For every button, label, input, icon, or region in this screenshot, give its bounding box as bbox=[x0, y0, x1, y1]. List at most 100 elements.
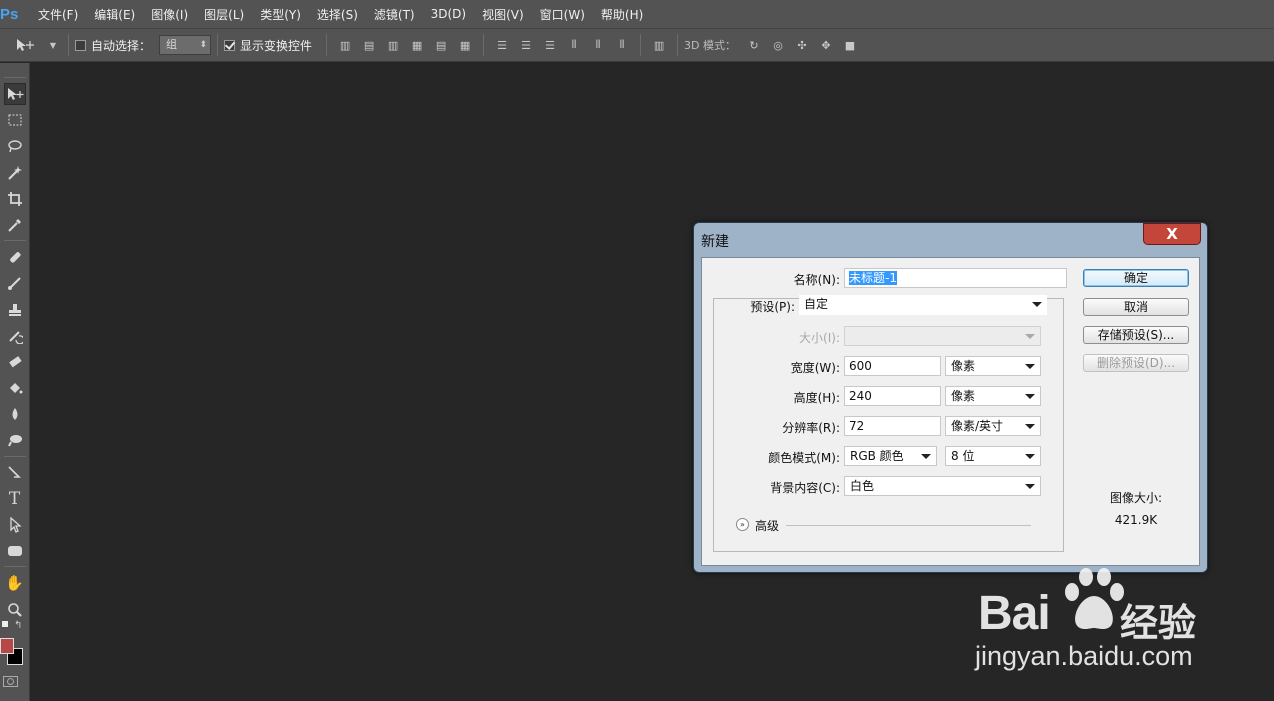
options-divider bbox=[217, 34, 219, 56]
3d-roll-icon[interactable]: ◎ bbox=[771, 38, 785, 52]
align-hcenter-icon[interactable]: ▤ bbox=[434, 38, 448, 52]
color-mode-value: RGB 颜色 bbox=[850, 449, 904, 463]
3d-rotate-icon[interactable]: ↻ bbox=[747, 38, 761, 52]
resolution-unit-select[interactable]: 像素/英寸 bbox=[945, 416, 1041, 436]
eraser-tool-icon[interactable] bbox=[4, 351, 26, 373]
options-divider bbox=[640, 34, 642, 56]
menu-type[interactable]: 类型(Y) bbox=[252, 6, 309, 23]
color-mode-label: 颜色模式(M): bbox=[768, 451, 840, 465]
chevron-down-icon bbox=[1025, 424, 1035, 429]
move-tool-icon[interactable] bbox=[3, 83, 26, 105]
menu-file[interactable]: 文件(F) bbox=[30, 6, 86, 23]
preset-label: 预设(P): bbox=[750, 300, 795, 314]
menu-edit[interactable]: 编辑(E) bbox=[86, 6, 143, 23]
delete-preset-button: 删除预设(D)... bbox=[1083, 354, 1189, 372]
menu-bar: Ps 文件(F) 编辑(E) 图像(I) 图层(L) 类型(Y) 选择(S) 滤… bbox=[0, 0, 1274, 28]
quick-mask-icon[interactable] bbox=[3, 676, 18, 687]
3d-slide-icon[interactable]: ✥ bbox=[819, 38, 833, 52]
distribute-vcenter-icon[interactable]: ☰ bbox=[519, 38, 533, 52]
pen-tool-icon[interactable] bbox=[4, 462, 26, 484]
align-vcenter-icon[interactable]: ▤ bbox=[362, 38, 376, 52]
menu-layer[interactable]: 图层(L) bbox=[196, 6, 252, 23]
lasso-tool-icon[interactable] bbox=[4, 135, 26, 157]
tool-divider bbox=[3, 566, 26, 568]
close-button[interactable]: X bbox=[1143, 223, 1201, 245]
width-unit-select[interactable]: 像素 bbox=[945, 356, 1041, 376]
resolution-input[interactable]: 72 bbox=[844, 416, 941, 436]
menu-view[interactable]: 视图(V) bbox=[474, 6, 532, 23]
3d-drag-icon[interactable]: ✣ bbox=[795, 38, 809, 52]
clone-stamp-tool-icon[interactable] bbox=[4, 299, 26, 321]
advanced-divider bbox=[786, 525, 1031, 526]
advanced-expand-icon[interactable]: » bbox=[736, 518, 749, 531]
3d-scale-icon[interactable]: ■ bbox=[843, 38, 857, 52]
preset-select[interactable]: 自定 bbox=[799, 295, 1047, 315]
background-contents-select[interactable]: 白色 bbox=[844, 476, 1041, 496]
auto-select-dropdown[interactable]: 组 bbox=[159, 35, 212, 55]
tool-preset-dropdown-icon[interactable]: ▼ bbox=[49, 38, 57, 52]
path-selection-tool-icon[interactable] bbox=[4, 514, 26, 536]
color-mode-select[interactable]: RGB 颜色 bbox=[844, 446, 937, 466]
width-label: 宽度(W): bbox=[790, 361, 840, 375]
auto-align-icon[interactable]: ▥ bbox=[652, 38, 666, 52]
distribute-right-icon[interactable]: ⦀ bbox=[615, 38, 629, 52]
height-label: 高度(H): bbox=[793, 391, 840, 405]
brush-tool-icon[interactable] bbox=[4, 272, 26, 294]
align-bottom-icon[interactable]: ▥ bbox=[386, 38, 400, 52]
chevron-down-icon bbox=[1025, 454, 1035, 459]
move-tool-icon[interactable] bbox=[13, 38, 39, 52]
distribute-top-icon[interactable]: ☰ bbox=[495, 38, 509, 52]
healing-brush-tool-icon[interactable] bbox=[4, 246, 26, 268]
menu-help[interactable]: 帮助(H) bbox=[593, 6, 651, 23]
align-right-icon[interactable]: ▦ bbox=[458, 38, 472, 52]
history-brush-tool-icon[interactable] bbox=[4, 325, 26, 347]
align-top-icon[interactable]: ▥ bbox=[338, 38, 352, 52]
photoshop-logo: Ps bbox=[0, 5, 19, 23]
background-contents-label: 背景内容(C): bbox=[770, 481, 840, 495]
ok-button[interactable]: 确定 bbox=[1083, 269, 1189, 287]
dodge-tool-icon[interactable] bbox=[4, 429, 26, 451]
hand-tool-icon[interactable]: ✋ bbox=[4, 572, 26, 594]
paint-bucket-tool-icon[interactable] bbox=[4, 377, 26, 399]
distribute-hcenter-icon[interactable]: ⦀ bbox=[591, 38, 605, 52]
swap-colors-icon[interactable]: ↰ bbox=[14, 620, 22, 631]
chevron-down-icon bbox=[1025, 394, 1035, 399]
default-colors-icon[interactable] bbox=[2, 621, 8, 627]
bit-depth-value: 8 位 bbox=[951, 449, 975, 463]
advanced-label[interactable]: 高级 bbox=[755, 517, 779, 534]
menu-window[interactable]: 窗口(W) bbox=[532, 6, 593, 23]
3d-mode-label: 3D 模式： bbox=[684, 39, 736, 52]
options-bar: ▼ 自动选择： 组 显示变换控件 ▥ ▤ ▥ ▦ ▤ ▦ ☰ ☰ ☰ ⦀ ⦀ ⦀… bbox=[0, 28, 1274, 62]
options-divider bbox=[68, 34, 69, 56]
foreground-color-swatch[interactable] bbox=[0, 638, 14, 654]
save-preset-button[interactable]: 存储预设(S)... bbox=[1083, 326, 1189, 344]
options-divider bbox=[483, 34, 485, 56]
watermark-brand: Bai bbox=[978, 587, 1051, 640]
eyedropper-tool-icon[interactable] bbox=[4, 214, 26, 236]
cancel-button[interactable]: 取消 bbox=[1083, 298, 1189, 316]
name-input[interactable]: 未标题-1 bbox=[844, 268, 1067, 288]
auto-select-checkbox[interactable] bbox=[75, 39, 86, 51]
show-transform-label: 显示变换控件 bbox=[240, 38, 313, 53]
width-input[interactable]: 600 bbox=[844, 356, 941, 376]
tool-panel-grip[interactable] bbox=[0, 63, 29, 75]
blur-tool-icon[interactable] bbox=[4, 403, 26, 425]
crop-tool-icon[interactable] bbox=[4, 188, 26, 210]
distribute-left-icon[interactable]: ⦀ bbox=[567, 38, 581, 52]
watermark-url: jingyan.baidu.com bbox=[975, 641, 1193, 671]
type-tool-icon[interactable]: T bbox=[4, 488, 26, 510]
magic-wand-tool-icon[interactable] bbox=[4, 162, 26, 184]
rectangle-tool-icon[interactable] bbox=[4, 540, 26, 562]
height-input[interactable]: 240 bbox=[844, 386, 941, 406]
align-left-icon[interactable]: ▦ bbox=[410, 38, 424, 52]
distribute-bottom-icon[interactable]: ☰ bbox=[543, 38, 557, 52]
menu-select[interactable]: 选择(S) bbox=[309, 6, 366, 23]
height-unit-select[interactable]: 像素 bbox=[945, 386, 1041, 406]
menu-filter[interactable]: 滤镜(T) bbox=[366, 6, 423, 23]
menu-3d[interactable]: 3D(D) bbox=[423, 7, 474, 21]
menu-image[interactable]: 图像(I) bbox=[143, 6, 196, 23]
marquee-tool-icon[interactable] bbox=[4, 109, 26, 131]
show-transform-checkbox[interactable] bbox=[224, 39, 236, 51]
bit-depth-select[interactable]: 8 位 bbox=[945, 446, 1041, 466]
zoom-tool-icon[interactable] bbox=[4, 599, 26, 621]
